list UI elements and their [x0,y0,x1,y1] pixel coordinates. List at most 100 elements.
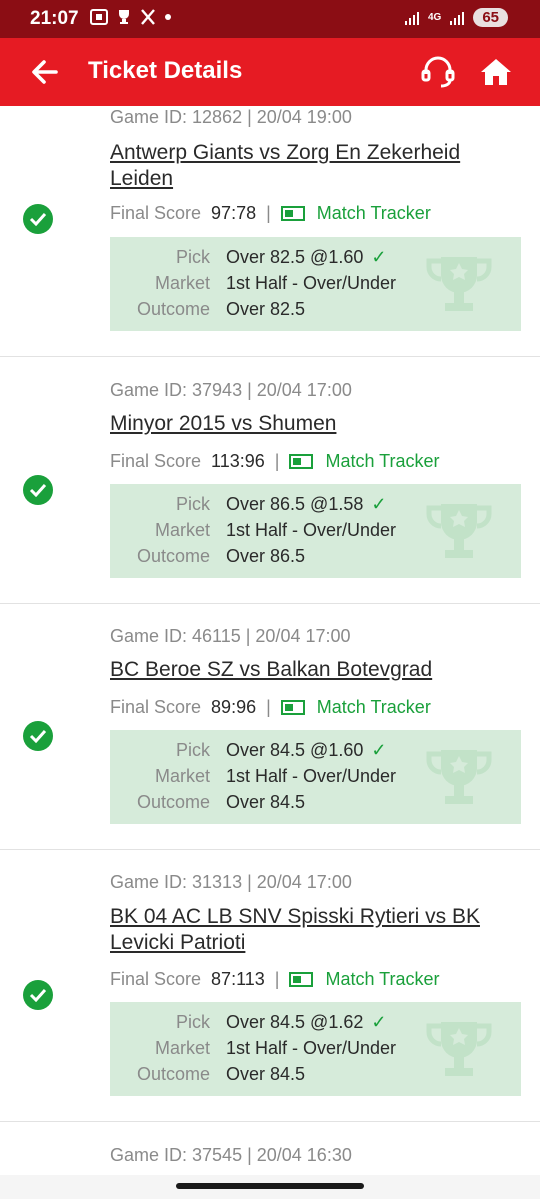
score-row: Final Score 89:96 | Match Tracker [110,697,431,718]
market-label: Market [154,273,210,293]
home-button[interactable] [476,52,516,92]
gesture-navigation-bar[interactable] [176,1183,364,1189]
final-score-value: 113:96 [211,451,265,471]
outcome-label: Outcome [136,299,210,319]
x-logo-icon [141,9,155,25]
pick-label: Pick [175,740,210,760]
pick-box: Pick Over 84.5 @1.60 ✓ Market 1st Half - Ov… [110,730,521,824]
outcome-label: Outcome [136,1064,210,1084]
home-icon [481,59,511,85]
match-tracker-link[interactable]: Match Tracker [325,969,439,990]
final-score-label: Final Score [110,969,202,989]
pick-box: Pick Over 82.5 @1.60 ✓ Market 1st Half - Ov… [110,237,521,331]
separator: | [266,697,271,717]
screenshot-icon [90,9,108,25]
ticket-list[interactable]: Game ID: 12862 | 20/04 19:00 Antwerp Gia… [0,106,540,1175]
market-value: 1st Half - Over/Under [226,520,397,540]
ticket-card: Game ID: 37943 | 20/04 17:00 Minyor 2015… [0,357,540,604]
pick-label: Pick [175,494,210,514]
won-check-icon [23,721,53,751]
final-score-label: Final Score [110,451,202,471]
pick-value: Over 86.5 @1.58 [226,494,364,514]
game-id: Game ID: 37545 | 20/04 16:30 [110,1145,352,1165]
ticket-card: Game ID: 37545 | 20/04 16:30 [0,1122,540,1175]
match-title-link[interactable]: BK 04 AC LB SNV Spisski Rytieri vs BK Le… [110,904,520,956]
trophy-watermark-icon [426,257,492,311]
trophy-notification-icon [119,10,129,24]
network-type: 4G [427,12,442,23]
final-score-label: Final Score [110,697,202,717]
check-icon: ✓ [371,247,387,267]
market-value: 1st Half - Over/Under [226,766,397,786]
battery-indicator: 65 [473,8,508,27]
pick-label: Pick [175,1012,210,1032]
pick-label: Pick [175,247,210,267]
status-time: 21:07 [30,8,79,29]
game-id: Game ID: 12862 | 20/04 19:00 [110,107,352,127]
match-tracker-link[interactable]: Match Tracker [317,697,431,718]
pick-value: Over 84.5 @1.62 [226,1012,364,1032]
back-button[interactable] [26,52,66,92]
ticket-card: Game ID: 31313 | 20/04 17:00 BK 04 AC LB… [0,850,540,1122]
app-bar: Ticket Details [0,38,540,106]
market-value: 1st Half - Over/Under [226,1038,397,1058]
market-label: Market [154,766,210,786]
check-icon: ✓ [371,1012,387,1032]
outcome-value: Over 82.5 [226,299,306,319]
pick-value: Over 82.5 @1.60 [226,247,364,267]
check-icon: ✓ [371,740,387,760]
trophy-watermark-icon [426,1022,492,1076]
game-id: Game ID: 37943 | 20/04 17:00 [110,380,352,400]
outcome-value: Over 84.5 [226,1064,306,1084]
game-id: Game ID: 31313 | 20/04 17:00 [110,872,352,892]
pick-box: Pick Over 84.5 @1.62 ✓ Market 1st Half - Ov… [110,1002,521,1096]
final-score-label: Final Score [110,203,202,223]
separator: | [274,451,280,471]
final-score-value: 97:78 [211,203,257,223]
won-check-icon [23,980,53,1010]
final-score-value: 89:96 [211,697,257,717]
headset-icon [421,56,455,88]
market-value: 1st Half - Over/Under [226,273,397,293]
outcome-value: Over 84.5 [226,792,306,812]
market-label: Market [154,520,210,540]
outcome-label: Outcome [136,792,210,812]
score-row: Final Score 87:113 | Match Tracker [110,969,439,990]
system-icons: 4G 65 [404,8,508,27]
won-check-icon [23,475,53,505]
ticket-card: Game ID: 46115 | 20/04 17:00 BC Beroe SZ… [0,604,540,850]
notification-icons [90,9,172,25]
outcome-label: Outcome [136,546,210,566]
pick-value: Over 84.5 @1.60 [226,740,364,760]
status-bar: 21:07 4G 65 [0,0,540,38]
page-title: Ticket Details [88,57,243,84]
score-row: Final Score 97:78 | Match Tracker [110,203,431,224]
score-row: Final Score 113:96 | Match Tracker [110,451,439,472]
signal-icon [404,11,419,25]
match-tracker-link[interactable]: Match Tracker [325,451,439,472]
match-title-link[interactable]: BC Beroe SZ vs Balkan Botevgrad [110,657,520,683]
final-score-value: 87:113 [211,969,265,989]
trophy-watermark-icon [426,750,492,804]
dot-icon [165,14,171,20]
signal-icon-2 [450,11,465,25]
match-tracker-icon[interactable] [280,700,305,715]
match-title-link[interactable]: Antwerp Giants vs Zorg En Zekerheid Leid… [110,140,520,192]
game-id: Game ID: 46115 | 20/04 17:00 [110,626,351,646]
match-tracker-icon[interactable] [289,454,314,469]
match-tracker-link[interactable]: Match Tracker [317,203,431,224]
won-check-icon [23,204,53,234]
ticket-card: Game ID: 12862 | 20/04 19:00 Antwerp Gia… [0,106,540,357]
trophy-watermark-icon [426,504,492,558]
match-tracker-icon[interactable] [289,972,314,987]
market-label: Market [154,1038,210,1058]
match-title-link[interactable]: Minyor 2015 vs Shumen [110,411,520,437]
arrow-left-icon [32,60,58,84]
match-tracker-icon[interactable] [280,206,305,221]
support-button[interactable] [418,52,458,92]
pick-box: Pick Over 86.5 @1.58 ✓ Market 1st Half - Ov… [110,484,521,578]
separator: | [266,203,271,223]
separator: | [274,969,280,989]
check-icon: ✓ [371,494,387,514]
outcome-value: Over 86.5 [226,546,306,566]
